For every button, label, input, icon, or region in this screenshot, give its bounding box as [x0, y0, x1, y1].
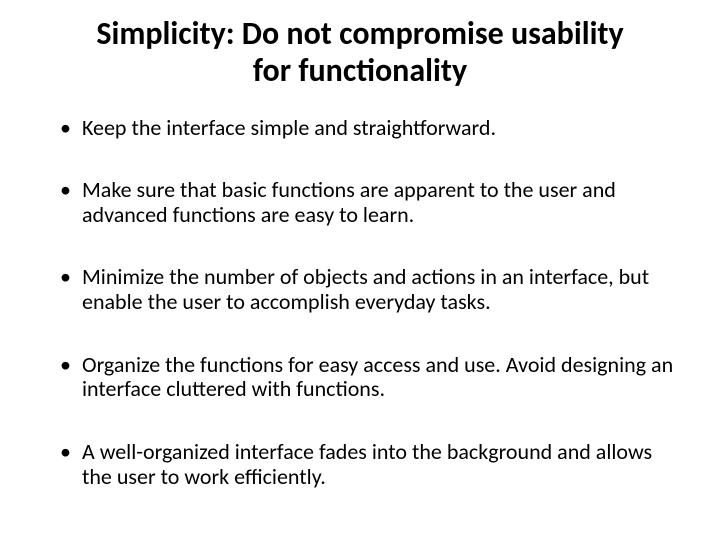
list-item: A well-organized interface fades into th…: [60, 440, 674, 489]
list-item: Make sure that basic functions are appar…: [60, 178, 674, 227]
list-item: Organize the functions for easy access a…: [60, 353, 674, 402]
list-item: Minimize the number of objects and actio…: [60, 265, 674, 314]
bullet-list: Keep the interface simple and straightfo…: [40, 116, 680, 490]
list-item: Keep the interface simple and straightfo…: [60, 116, 674, 141]
slide: Simplicity: Do not compromise usability …: [0, 0, 720, 540]
slide-title: Simplicity: Do not compromise usability …: [80, 16, 640, 90]
